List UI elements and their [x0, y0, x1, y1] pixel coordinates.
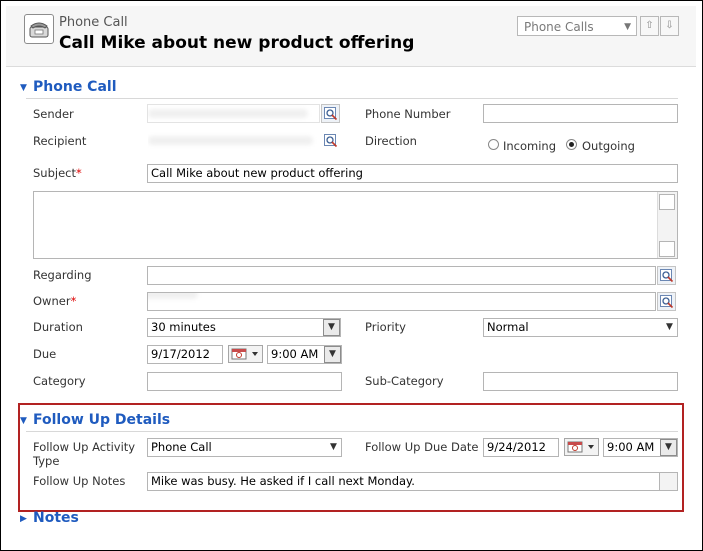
next-record-button[interactable]: ⇩	[660, 16, 679, 36]
lookup-icon	[660, 269, 674, 283]
due-time-dropdown-button[interactable]: ▼	[324, 346, 341, 363]
redacted-value	[148, 136, 313, 145]
follow-up-activity-type-label: Follow Up Activity Type	[33, 440, 135, 468]
owner-field[interactable]	[147, 292, 656, 311]
duration-value: 30 minutes	[151, 320, 216, 334]
previous-record-button[interactable]: ⇧	[640, 16, 659, 36]
recipient-label: Recipient	[33, 134, 87, 148]
chevron-down-icon: ▼	[624, 22, 631, 32]
owner-label: Owner*	[33, 294, 76, 308]
phone-number-field[interactable]	[483, 104, 678, 123]
follow-up-calendar-button[interactable]	[564, 438, 599, 456]
direction-label: Direction	[365, 134, 417, 148]
follow-up-activity-type-select[interactable]: Phone Call	[147, 438, 342, 457]
follow-up-due-date-label: Follow Up Due Date	[365, 440, 479, 454]
scroll-up-button[interactable]	[659, 194, 675, 210]
required-marker: *	[76, 166, 82, 180]
priority-value: Normal	[487, 320, 529, 334]
redacted-value	[148, 293, 198, 299]
follow-up-time-value: 9:00 AM	[607, 440, 655, 454]
description-textarea[interactable]	[33, 191, 678, 259]
sender-label: Sender	[33, 107, 74, 121]
redacted-value	[148, 109, 308, 118]
expand-arrow-icon[interactable]: ▶	[20, 514, 27, 524]
follow-up-activity-type-label-line2: Type	[33, 454, 60, 468]
chevron-down-icon: ▼	[666, 322, 673, 332]
priority-select[interactable]: Normal	[483, 318, 678, 337]
section-title-follow-up[interactable]: Follow Up Details	[33, 412, 170, 428]
duration-label: Duration	[33, 320, 83, 334]
lookup-icon	[324, 134, 338, 148]
subcategory-label: Sub-Category	[365, 374, 444, 388]
regarding-lookup-button[interactable]	[657, 266, 676, 285]
scrollbar[interactable]	[657, 192, 677, 258]
phone-number-label: Phone Number	[365, 107, 451, 121]
owner-lookup-button[interactable]	[657, 292, 676, 311]
category-field[interactable]	[147, 372, 342, 391]
entity-label: Phone Call	[59, 15, 128, 30]
sender-field[interactable]	[147, 104, 320, 123]
subject-label: Subject*	[33, 166, 82, 180]
scroll-down-button[interactable]	[659, 241, 675, 257]
direction-outgoing-radio[interactable]	[566, 139, 577, 150]
recipient-field[interactable]	[147, 131, 320, 150]
subcategory-field[interactable]	[483, 372, 678, 391]
chevron-down-icon: ▼	[328, 322, 335, 332]
chevron-down-icon: ▼	[330, 442, 337, 452]
arrow-down-icon: ⇩	[665, 20, 674, 31]
duration-select[interactable]: 30 minutes	[147, 318, 341, 337]
due-date-calendar-button[interactable]	[228, 345, 263, 363]
notes-expand-button[interactable]	[659, 472, 678, 491]
follow-up-notes-label: Follow Up Notes	[33, 474, 126, 488]
recipient-lookup-button[interactable]	[321, 131, 340, 150]
phone-call-icon	[24, 14, 54, 44]
required-marker: *	[70, 294, 77, 308]
owner-label-text: Owner	[33, 294, 71, 308]
chevron-down-icon: ▼	[665, 442, 672, 452]
page-title: Call Mike about new product offering	[59, 33, 415, 53]
arrow-up-icon: ⇧	[645, 20, 654, 31]
follow-up-due-date-field[interactable]: 9/24/2012	[483, 438, 559, 457]
section-title-phone-call[interactable]: Phone Call	[33, 79, 117, 95]
due-time-value: 9:00 AM	[271, 347, 319, 361]
calendar-icon	[231, 348, 258, 360]
subject-label-text: Subject	[33, 166, 76, 180]
regarding-field[interactable]	[147, 266, 656, 285]
chevron-down-icon: ▼	[329, 349, 336, 359]
follow-up-activity-type-label-line1: Follow Up Activity	[33, 440, 136, 454]
section-divider	[26, 431, 678, 432]
lookup-icon	[660, 295, 674, 309]
follow-up-time-dropdown-button[interactable]: ▼	[660, 439, 677, 456]
regarding-label: Regarding	[33, 268, 92, 282]
subject-field[interactable]: Call Mike about new product offering	[147, 164, 678, 183]
lookup-icon	[324, 107, 338, 121]
record-header: Phone Call Call Mike about new product o…	[6, 6, 696, 67]
calendar-icon	[567, 441, 594, 453]
duration-dropdown-button[interactable]: ▼	[323, 319, 340, 336]
category-label: Category	[33, 374, 86, 388]
view-select-value: Phone Calls	[524, 20, 594, 34]
collapse-arrow-icon[interactable]: ▼	[20, 83, 27, 93]
collapse-arrow-icon[interactable]: ▼	[20, 416, 27, 426]
follow-up-activity-type-value: Phone Call	[151, 440, 212, 454]
section-divider	[26, 98, 678, 99]
priority-label: Priority	[365, 320, 406, 334]
due-date-field[interactable]: 9/17/2012	[147, 345, 223, 364]
due-label: Due	[33, 347, 57, 361]
section-title-notes[interactable]: Notes	[33, 510, 79, 526]
view-select[interactable]: Phone Calls ▼	[517, 16, 637, 36]
direction-incoming-radio[interactable]	[488, 139, 499, 150]
sender-lookup-button[interactable]	[321, 104, 340, 123]
direction-outgoing-label[interactable]: Outgoing	[582, 139, 635, 153]
direction-incoming-label[interactable]: Incoming	[503, 139, 556, 153]
follow-up-notes-field[interactable]: Mike was busy. He asked if I call next M…	[147, 472, 678, 491]
